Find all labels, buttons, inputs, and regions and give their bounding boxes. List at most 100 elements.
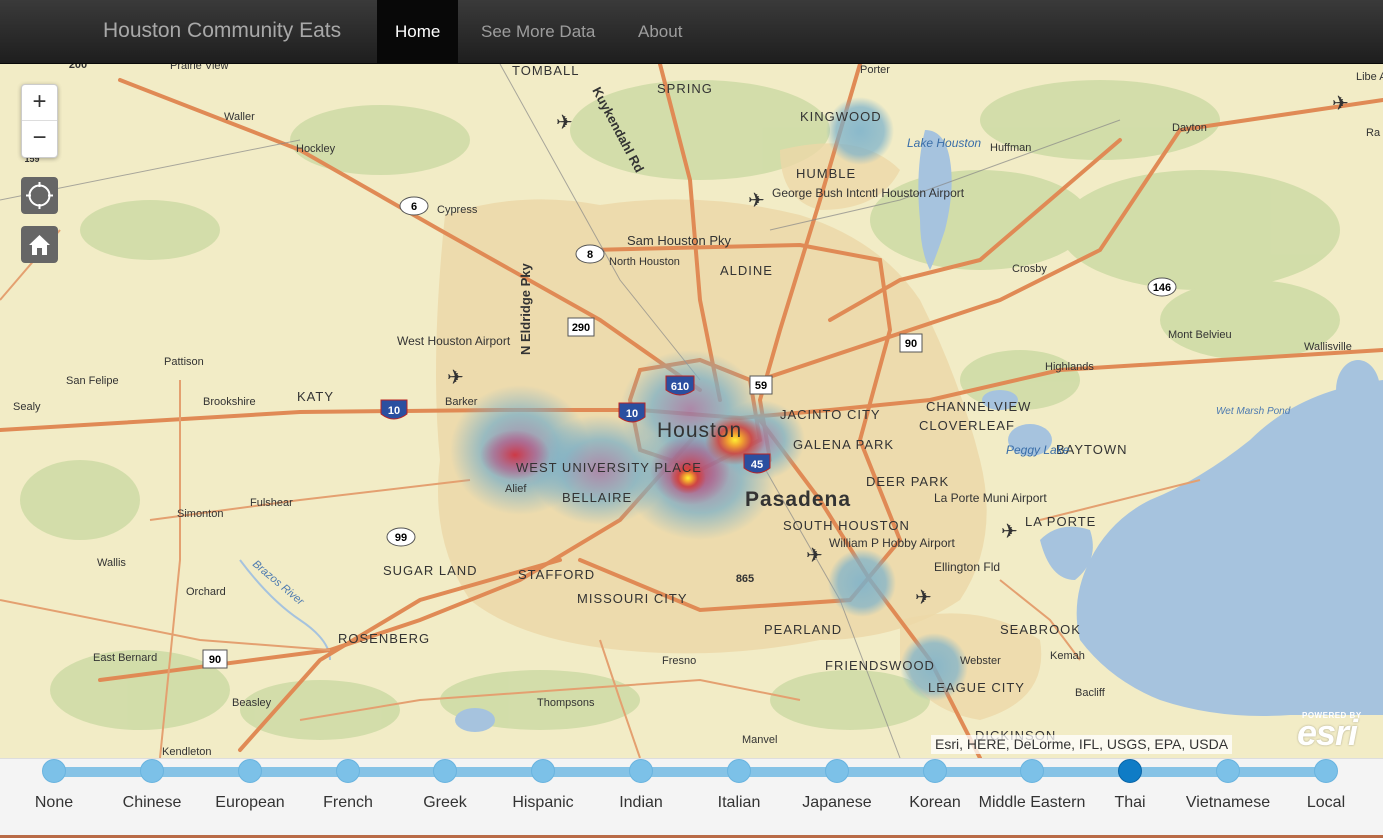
label-seabrook: SEABROOK	[1000, 622, 1081, 637]
slider-stop-middle-eastern[interactable]	[1020, 759, 1044, 783]
slider-label-indian[interactable]: Indian	[619, 794, 663, 812]
slider-stop-korean[interactable]	[923, 759, 947, 783]
label-katy: KATY	[297, 389, 334, 404]
slider-stop-local[interactable]	[1314, 759, 1338, 783]
slider-stop-none[interactable]	[42, 759, 66, 783]
label-humble: HUMBLE	[796, 166, 856, 181]
shield-865: 865	[736, 573, 754, 585]
home-button[interactable]	[21, 226, 58, 263]
slider-stop-greek[interactable]	[433, 759, 457, 783]
zoom-in-button[interactable]: +	[22, 85, 57, 121]
slider-label-french[interactable]: French	[323, 794, 373, 812]
label-orchard: Orchard	[186, 586, 226, 598]
slider-stop-french[interactable]	[336, 759, 360, 783]
slider-stop-chinese[interactable]	[140, 759, 164, 783]
label-porter: Porter	[860, 64, 890, 76]
slider-stop-indian[interactable]	[629, 759, 653, 783]
label-hockley: Hockley	[296, 143, 336, 155]
nav-about[interactable]: About	[620, 0, 700, 64]
label-bush-airport: George Bush Intcntl Houston Airport	[772, 186, 965, 200]
slider-stop-european[interactable]	[238, 759, 262, 783]
slider-label-korean[interactable]: Korean	[909, 794, 961, 812]
label-kemah: Kemah	[1050, 650, 1085, 662]
svg-text:✈: ✈	[556, 112, 573, 134]
svg-text:✈: ✈	[1332, 93, 1349, 115]
label-alief: Alief	[505, 483, 527, 495]
slider-stop-italian[interactable]	[727, 759, 751, 783]
slider-stop-hispanic[interactable]	[531, 759, 555, 783]
label-wet-marsh: Wet Marsh Pond	[1216, 406, 1291, 417]
slider-label-vietnamese[interactable]: Vietnamese	[1186, 794, 1270, 812]
slider-label-hispanic[interactable]: Hispanic	[512, 794, 573, 812]
label-bellaire: BELLAIRE	[562, 490, 632, 505]
label-missouri-city: MISSOURI CITY	[577, 591, 688, 606]
shield-59: 59	[755, 380, 767, 392]
label-webster: Webster	[960, 655, 1001, 667]
slider-stop-thai[interactable]	[1118, 759, 1142, 783]
nav-see-more-data[interactable]: See More Data	[463, 0, 613, 64]
label-kingwood: KINGWOOD	[800, 109, 882, 124]
navbar: Houston Community Eats Home See More Dat…	[0, 0, 1383, 64]
brand-title[interactable]: Houston Community Eats	[103, 19, 341, 43]
label-friendswood: FRIENDSWOOD	[825, 658, 935, 673]
svg-text:✈: ✈	[1001, 521, 1018, 543]
svg-text:✈: ✈	[748, 190, 765, 212]
label-brookshire: Brookshire	[203, 396, 256, 408]
label-west-houston-airport: West Houston Airport	[397, 334, 511, 348]
shield-i10-west: 10	[388, 405, 400, 417]
label-sealy: Sealy	[13, 401, 41, 413]
locate-button[interactable]	[21, 177, 58, 214]
slider-label-local[interactable]: Local	[1307, 794, 1345, 812]
label-south-houston: SOUTH HOUSTON	[783, 518, 910, 533]
cuisine-slider[interactable]: None Chinese European French Greek Hispanic In…	[0, 758, 1383, 838]
slider-label-middle-eastern[interactable]: Middle Eastern	[979, 794, 1086, 812]
esri-logo[interactable]: esri	[1297, 712, 1358, 754]
label-prairie-view: Prairie View	[170, 64, 229, 72]
label-cloverleaf: CLOVERLEAF	[919, 418, 1015, 433]
label-kendleton: Kendleton	[162, 746, 212, 758]
slider-label-greek[interactable]: Greek	[423, 794, 467, 812]
label-fulshear: Fulshear	[250, 497, 293, 509]
label-wallisville: Wallisville	[1304, 341, 1352, 353]
label-highlands: Highlands	[1045, 361, 1094, 373]
label-tomball: TOMBALL	[512, 64, 579, 78]
label-spring: SPRING	[657, 81, 713, 96]
shield-90: 90	[905, 338, 917, 350]
slider-label-japanese[interactable]: Japanese	[802, 794, 871, 812]
label-wallis: Wallis	[97, 557, 126, 569]
shield-146: 146	[1153, 282, 1171, 294]
label-east-bernard: East Bernard	[93, 652, 157, 664]
shield-8: 8	[587, 249, 593, 261]
label-n-eldridge: N Eldridge Pky	[518, 262, 533, 355]
label-san-felipe: San Felipe	[66, 375, 119, 387]
label-barker: Barker	[445, 396, 478, 408]
slider-label-chinese[interactable]: Chinese	[123, 794, 182, 812]
slider-stop-japanese[interactable]	[825, 759, 849, 783]
label-waller: Waller	[224, 111, 255, 123]
slider-label-thai[interactable]: Thai	[1114, 794, 1145, 812]
map-view[interactable]: ✈ ✈ ✈ ✈ ✈ ✈ ✈ 6 8 290 59 90 146 99 865 9…	[0, 64, 1383, 758]
locate-icon	[26, 182, 53, 209]
label-houston: Houston	[657, 419, 742, 442]
zoom-out-button[interactable]: −	[22, 121, 57, 157]
slider-label-none[interactable]: None	[35, 794, 73, 812]
label-manvel: Manvel	[742, 734, 777, 746]
svg-text:✈: ✈	[915, 587, 932, 609]
label-league-city: LEAGUE CITY	[928, 680, 1025, 695]
label-huffman: Huffman	[990, 142, 1031, 154]
label-hobby-airport: William P Hobby Airport	[829, 536, 955, 550]
label-stafford: STAFFORD	[518, 567, 595, 582]
slider-stop-vietnamese[interactable]	[1216, 759, 1240, 783]
label-simonton: Simonton	[177, 508, 223, 520]
label-thompsons: Thompsons	[537, 697, 595, 709]
shield-i610: 610	[671, 381, 689, 393]
slider-label-italian[interactable]: Italian	[718, 794, 761, 812]
label-crosby: Crosby	[1012, 263, 1047, 275]
label-north-houston: North Houston	[609, 256, 680, 268]
shield-90b: 90	[209, 654, 221, 666]
label-edge: Ra	[1366, 127, 1381, 139]
slider-label-european[interactable]: European	[215, 794, 284, 812]
label-fresno: Fresno	[662, 655, 696, 667]
label-galena-park: GALENA PARK	[793, 437, 894, 452]
nav-home[interactable]: Home	[377, 0, 459, 64]
